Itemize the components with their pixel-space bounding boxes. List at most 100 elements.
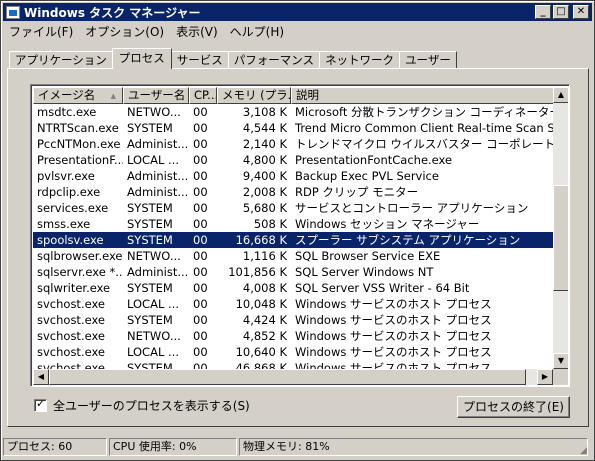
table-row[interactable]: sqlbrowser.exe NETWO... 00 1,116 K SQL Brows… [33, 248, 554, 264]
cell-cpu: 00 [193, 201, 208, 215]
cell-image-name: svchost.exe [37, 329, 106, 343]
cell-user-name: SYSTEM [127, 201, 173, 215]
cell-description: SQL Server Windows NT [295, 265, 434, 279]
cell-image-name: smss.exe [37, 217, 91, 231]
minimize-button[interactable]: _ [535, 5, 551, 19]
cell-cpu: 00 [193, 105, 208, 119]
cell-description: トレンドマイクロ ウイルスバスター コーポレートエディション [295, 137, 554, 151]
table-row[interactable]: svchost.exe SYSTEM 00 4,424 K Windows サービスのホ… [33, 312, 554, 328]
cell-image-name: svchost.exe [37, 297, 106, 311]
table-row[interactable]: pvlsvr.exe Administ... 00 9,400 K Backup Exe… [33, 168, 554, 184]
scroll-down-button[interactable]: ▼ [553, 353, 568, 369]
cell-cpu: 00 [193, 297, 208, 311]
table-row[interactable]: NTRTScan.exe SYSTEM 00 4,544 K Trend Micro C… [33, 120, 554, 136]
column-image-name[interactable]: イメージ名 ▲ [33, 87, 123, 104]
cell-user-name: NETWO... [127, 249, 181, 263]
cell-image-name: pvlsvr.exe [37, 169, 95, 183]
task-manager-window: Windows タスク マネージャー _ □ ✕ ファイル(F) オプション(O… [0, 0, 595, 461]
maximize-button[interactable]: □ [553, 5, 569, 19]
close-button[interactable]: ✕ [573, 5, 589, 19]
cell-memory: 508 K [253, 217, 287, 231]
tab-services[interactable]: サービス [170, 51, 229, 69]
column-image-name-label: イメージ名 [38, 88, 96, 102]
column-user-name[interactable]: ユーザー名 [123, 87, 189, 104]
table-row[interactable]: svchost.exe LOCAL ... 00 10,048 K Windows サー… [33, 296, 554, 312]
cell-description: PresentationFontCache.exe [295, 153, 453, 167]
tab-performance[interactable]: パフォーマンス [227, 51, 321, 69]
table-row[interactable]: svchost.exe LOCAL ... 00 10,640 K Windows サー… [33, 344, 554, 360]
list-header: イメージ名 ▲ ユーザー名 CP... メモリ (プラ... 説明 [33, 87, 554, 104]
tab-users[interactable]: ユーザー [399, 51, 457, 69]
cell-memory: 2,008 K [242, 185, 287, 199]
cell-user-name: SYSTEM [127, 121, 173, 135]
process-list[interactable]: イメージ名 ▲ ユーザー名 CP... メモリ (プラ... 説明 msdtc.… [30, 84, 570, 387]
table-row[interactable]: sqlwriter.exe SYSTEM 00 4,008 K SQL Server V… [33, 280, 554, 296]
vertical-scrollbar[interactable]: ▲ ▼ [553, 87, 568, 369]
checkbox-checked-icon[interactable] [34, 397, 47, 412]
status-bar: プロセス: 60 CPU 使用率: 0% 物理メモリ: 81% ◢ [3, 438, 592, 458]
cell-description: Microsoft 分散トランザクション コーディネーター サービス [295, 105, 554, 119]
cell-user-name: SYSTEM [127, 217, 173, 231]
tab-strip: アプリケーション プロセス サービス パフォーマンス ネットワーク ユーザー [9, 48, 457, 69]
cell-cpu: 00 [193, 249, 208, 263]
cell-cpu: 00 [193, 233, 208, 247]
end-process-button[interactable]: プロセスの終了(E) [457, 396, 570, 418]
column-cpu[interactable]: CP... [189, 87, 217, 104]
table-row[interactable]: svchost.exe NETWO... 00 4,852 K Windows サービス… [33, 328, 554, 344]
menu-view[interactable]: 表示(V) [170, 23, 224, 40]
menu-help[interactable]: ヘルプ(H) [224, 23, 290, 40]
cell-user-name: LOCAL ... [127, 297, 179, 311]
scroll-right-button[interactable]: ▶ [537, 369, 553, 385]
table-row[interactable]: PresentationF... LOCAL ... 00 4,800 K Presen… [33, 152, 554, 168]
cell-cpu: 00 [193, 121, 208, 135]
column-memory[interactable]: メモリ (プラ... [217, 87, 291, 104]
tab-processes[interactable]: プロセス [111, 48, 172, 69]
cell-memory: 4,852 K [242, 329, 287, 343]
column-description[interactable]: 説明 [291, 87, 554, 104]
cell-description: SQL Browser Service EXE [295, 249, 441, 263]
vertical-scroll-thumb[interactable] [553, 185, 568, 291]
cell-user-name: LOCAL ... [127, 345, 179, 359]
cell-user-name: NETWO... [127, 105, 181, 119]
table-row[interactable]: msdtc.exe NETWO... 00 3,108 K Microsoft 分散トラ… [33, 104, 554, 120]
cell-user-name: Administ... [127, 137, 189, 151]
cell-image-name: spoolsv.exe [37, 233, 104, 247]
cell-description: RDP クリップ モニター [295, 185, 419, 199]
cell-memory: 9,400 K [242, 169, 287, 183]
cell-image-name: svchost.exe [37, 313, 106, 327]
cell-description: Windows サービスのホスト プロセス [295, 313, 492, 327]
scroll-left-button[interactable]: ◀ [33, 369, 49, 385]
tab-networking[interactable]: ネットワーク [319, 51, 401, 69]
resize-grip-icon[interactable]: ◢ [580, 446, 592, 458]
cell-memory: 16,668 K [235, 233, 287, 247]
cell-memory: 10,640 K [235, 345, 287, 359]
table-row[interactable]: PccNTMon.exe Administ... 00 2,140 K トレンドマイクロ… [33, 136, 554, 152]
table-row[interactable]: rdpclip.exe Administ... 00 2,008 K RDP クリップ … [33, 184, 554, 200]
cell-user-name: SYSTEM [127, 233, 173, 247]
tab-applications[interactable]: アプリケーション [9, 51, 113, 69]
cell-cpu: 00 [193, 281, 208, 295]
cell-user-name: Administ... [127, 265, 189, 279]
cell-image-name: sqlwriter.exe [37, 281, 111, 295]
table-row[interactable]: smss.exe SYSTEM 00 508 K Windows セッション マネージャ… [33, 216, 554, 232]
cell-description: Windows サービスのホスト プロセス [295, 345, 492, 359]
table-row[interactable]: spoolsv.exe SYSTEM 00 16,668 K スプーラー サブシステム … [33, 232, 554, 248]
cell-description: スプーラー サブシステム アプリケーション [295, 233, 521, 247]
cell-description: Windows サービスのホスト プロセス [295, 329, 492, 343]
cell-cpu: 00 [193, 153, 208, 167]
show-all-users-checkbox[interactable]: 全ユーザーのプロセスを表示する(S) [34, 397, 250, 414]
horizontal-scrollbar[interactable]: ◀ ▶ [33, 369, 553, 385]
cell-image-name: sqlservr.exe *... [37, 265, 123, 279]
table-row[interactable]: sqlservr.exe *... Administ... 00 101,856 K S… [33, 264, 554, 280]
status-physical-memory: 物理メモリ: 81% [239, 438, 588, 456]
cell-memory: 5,680 K [242, 201, 287, 215]
title-bar[interactable]: Windows タスク マネージャー _ □ ✕ [3, 3, 592, 21]
menu-options[interactable]: オプション(O) [79, 23, 170, 40]
menu-file[interactable]: ファイル(F) [3, 23, 79, 40]
cell-memory: 4,800 K [242, 153, 287, 167]
table-row[interactable]: services.exe SYSTEM 00 5,680 K サービスとコントローラー … [33, 200, 554, 216]
cell-user-name: LOCAL ... [127, 153, 179, 167]
cell-description: Backup Exec PVL Service [295, 169, 439, 183]
horizontal-scroll-thumb[interactable] [49, 369, 526, 385]
scroll-up-button[interactable]: ▲ [553, 87, 568, 103]
